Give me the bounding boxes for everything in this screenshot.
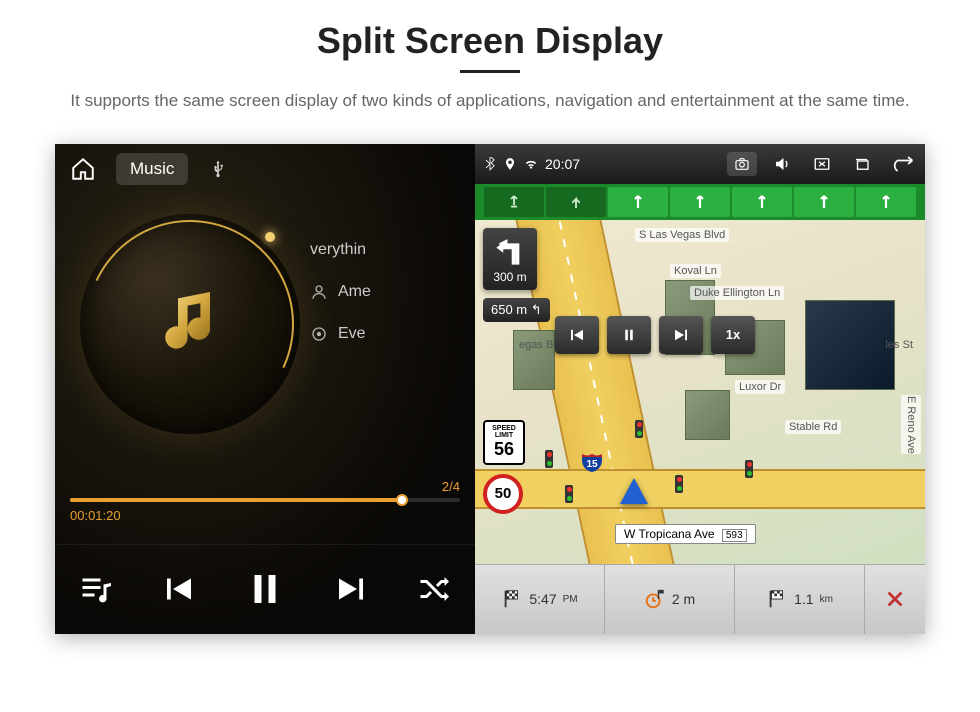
title-underline bbox=[460, 70, 520, 73]
back-button[interactable] bbox=[887, 152, 917, 176]
street-label-las-vegas: S Las Vegas Blvd bbox=[635, 228, 729, 242]
lane-guidance bbox=[475, 184, 925, 220]
traffic-light-icon bbox=[565, 485, 573, 503]
current-street-label: W Tropicana Ave 593 bbox=[615, 524, 756, 544]
interstate-shield-icon: 15 bbox=[580, 450, 604, 474]
playlist-button[interactable] bbox=[78, 571, 114, 607]
page-title: Split Screen Display bbox=[40, 20, 940, 62]
street-label-giles: les St bbox=[881, 338, 917, 352]
traffic-light-icon bbox=[675, 475, 683, 493]
split-screen-device: Music bbox=[55, 144, 925, 634]
track-counter: 2/4 bbox=[70, 479, 460, 494]
wifi-icon bbox=[523, 157, 539, 171]
nav-prev-button[interactable] bbox=[555, 316, 599, 354]
close-app-button[interactable] bbox=[807, 152, 837, 176]
speed-limit-sign: SPEED LIMIT 56 bbox=[483, 420, 525, 465]
progress-bar[interactable] bbox=[70, 498, 460, 502]
elapsed-time: 00:01:20 bbox=[70, 508, 460, 523]
track-title: verythin bbox=[310, 241, 366, 259]
usb-icon[interactable] bbox=[208, 159, 228, 179]
street-label-duke: Duke Ellington Ln bbox=[690, 286, 784, 300]
clock-flag-icon bbox=[644, 588, 666, 610]
street-label-stable: Stable Rd bbox=[785, 420, 841, 434]
highway-road bbox=[516, 220, 674, 564]
screenshot-button[interactable] bbox=[727, 152, 757, 176]
track-artist: Ame bbox=[338, 283, 371, 301]
navigation-panel: 20:07 bbox=[475, 144, 925, 634]
shuffle-button[interactable] bbox=[416, 571, 452, 607]
home-icon[interactable] bbox=[70, 156, 96, 182]
status-bar: 20:07 bbox=[475, 144, 925, 184]
music-panel: Music bbox=[55, 144, 475, 634]
lane-4 bbox=[670, 187, 730, 217]
trip-duration: 2 m bbox=[605, 565, 735, 634]
current-speed: 50 bbox=[483, 474, 523, 514]
nav-bottom-bar: 5:47 PM 2 m 1.1 km bbox=[475, 564, 925, 634]
traffic-light-icon bbox=[635, 420, 643, 438]
track-info: verythin Ame Eve bbox=[310, 204, 460, 444]
track-artist-row: Ame bbox=[310, 271, 460, 313]
prev-track-button[interactable] bbox=[161, 571, 197, 607]
map-view[interactable]: S Las Vegas Blvd Koval Ln Duke Ellington… bbox=[475, 220, 925, 564]
status-time: 20:07 bbox=[545, 156, 580, 172]
destination-flag-icon bbox=[501, 588, 523, 610]
recent-apps-button[interactable] bbox=[847, 152, 877, 176]
music-controls bbox=[55, 544, 475, 634]
nav-speed-button[interactable]: 1x bbox=[711, 316, 755, 354]
music-note-icon bbox=[150, 284, 230, 364]
trip-distance: 1.1 km bbox=[735, 565, 865, 634]
traffic-light-icon bbox=[745, 460, 753, 478]
cross-road bbox=[475, 469, 925, 509]
distance-flag-icon bbox=[766, 588, 788, 610]
tab-music[interactable]: Music bbox=[116, 153, 188, 185]
lane-7 bbox=[856, 187, 916, 217]
bluetooth-icon bbox=[483, 157, 497, 171]
location-icon bbox=[503, 157, 517, 171]
turn-distance: 300 m bbox=[493, 270, 526, 284]
track-title-row: verythin bbox=[310, 229, 460, 271]
lane-3 bbox=[608, 187, 668, 217]
nav-next-button[interactable] bbox=[659, 316, 703, 354]
street-label-luxor: Luxor Dr bbox=[735, 380, 785, 394]
traffic-light-icon bbox=[545, 450, 553, 468]
music-topbar: Music bbox=[55, 144, 475, 194]
progress-section: 2/4 00:01:20 bbox=[70, 479, 460, 523]
volume-button[interactable] bbox=[767, 152, 797, 176]
lane-6 bbox=[794, 187, 854, 217]
svg-text:15: 15 bbox=[586, 459, 598, 470]
lane-1 bbox=[484, 187, 544, 217]
track-album-row: Eve bbox=[310, 313, 460, 355]
street-label-koval: Koval Ln bbox=[670, 264, 721, 278]
nav-close-button[interactable] bbox=[865, 565, 925, 634]
building bbox=[685, 390, 730, 440]
nav-pause-button[interactable] bbox=[607, 316, 651, 354]
person-icon bbox=[310, 283, 328, 301]
nav-cursor-icon bbox=[620, 478, 648, 504]
next-track-button[interactable] bbox=[333, 571, 369, 607]
turn-left-icon bbox=[493, 234, 527, 268]
next-turn-distance: 650 m ↰ bbox=[483, 298, 550, 322]
street-label-reno: E Reno Ave bbox=[901, 395, 921, 455]
turn-instruction: 300 m bbox=[483, 228, 537, 290]
lane-2 bbox=[546, 187, 606, 217]
disc-icon bbox=[310, 325, 328, 343]
page-description: It supports the same screen display of t… bbox=[40, 88, 940, 114]
lane-5 bbox=[732, 187, 792, 217]
arrival-time: 5:47 PM bbox=[475, 565, 605, 634]
pause-button[interactable] bbox=[244, 568, 286, 610]
track-album: Eve bbox=[338, 325, 366, 343]
nav-playback-overlay: 1x bbox=[555, 316, 755, 354]
album-art-ring bbox=[80, 214, 300, 434]
